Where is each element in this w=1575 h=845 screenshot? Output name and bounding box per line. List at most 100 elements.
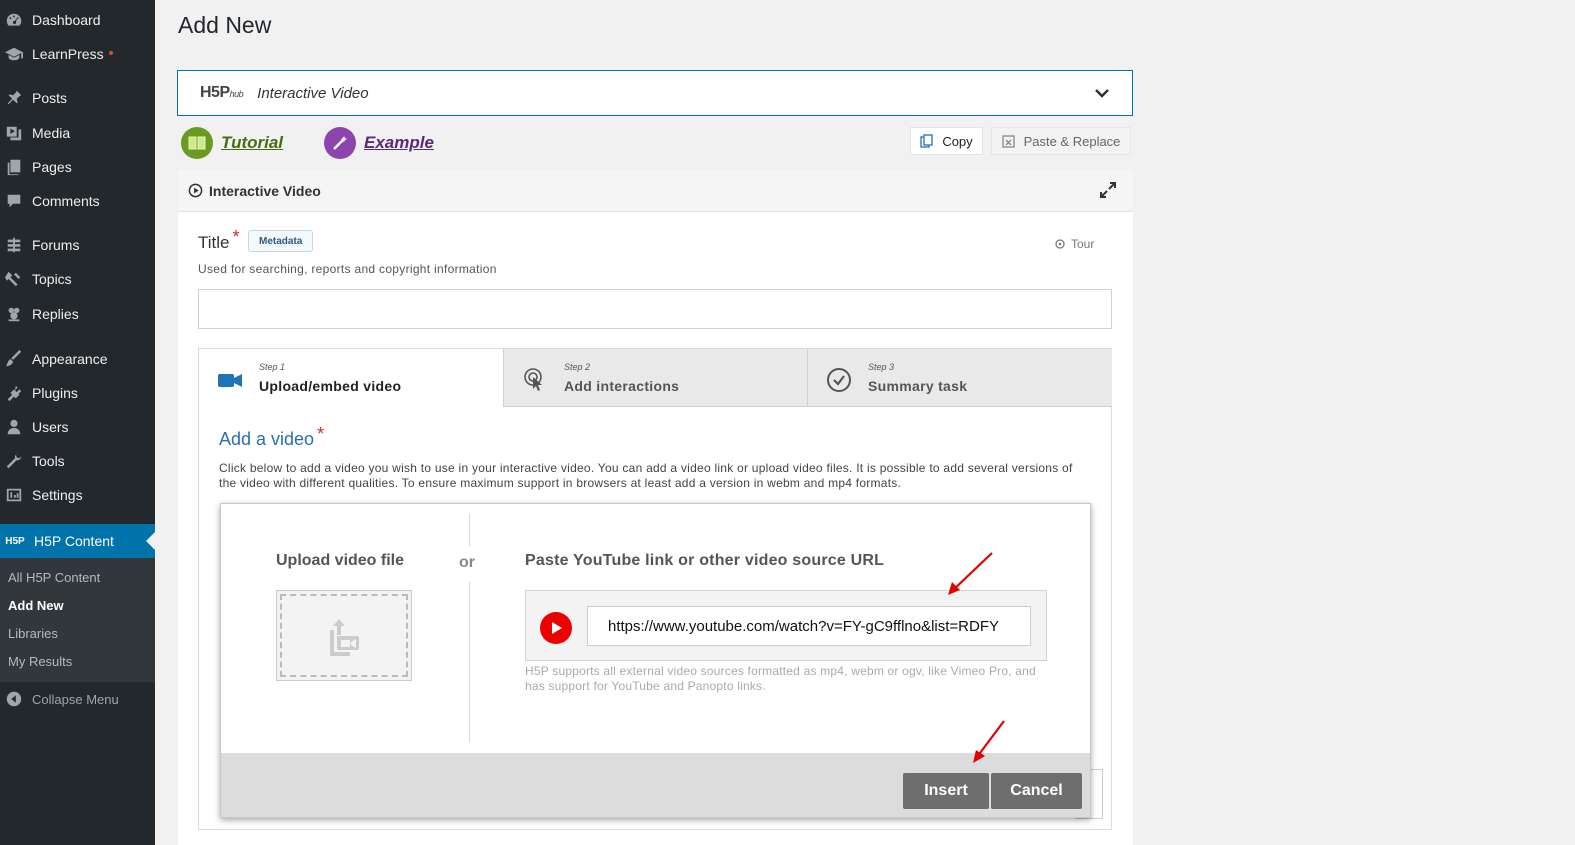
or-label: or (459, 554, 475, 571)
submenu-libraries[interactable]: Libraries (8, 626, 58, 641)
sidebar-item-label: Settings (32, 487, 83, 503)
submenu-add-new[interactable]: Add New (8, 598, 64, 613)
add-video-description: Click below to add a video you wish to u… (219, 461, 1073, 490)
video-camera-icon (218, 374, 242, 387)
copy-icon (920, 134, 933, 148)
h5p-hub-logo: H5Phub (200, 84, 244, 101)
wrench-icon (5, 452, 23, 470)
sidebar-item-h5p-content[interactable]: H5P H5P Content (0, 524, 155, 558)
sidebar-item-posts[interactable]: Posts (0, 81, 155, 115)
sidebar-item-label: Plugins (32, 385, 78, 401)
divider (469, 582, 470, 742)
chevron-down-icon[interactable] (1094, 85, 1110, 101)
sidebar-item-label: Media (32, 125, 71, 141)
collapse-label: Collapse Menu (32, 691, 119, 707)
graduation-cap-icon (5, 45, 23, 63)
tutorial-link[interactable]: Tutorial (181, 127, 283, 159)
paste-url-label: Paste YouTube link or other video source… (525, 552, 885, 569)
collapse-icon (5, 690, 23, 708)
sidebar-item-label: Replies (32, 306, 79, 322)
tab-step-2[interactable]: Step 2 Add interactions (503, 349, 807, 407)
user-icon (5, 418, 23, 436)
sidebar-item-label: Tools (32, 453, 65, 469)
magic-wand-icon (324, 127, 356, 159)
title-input[interactable] (198, 289, 1112, 329)
book-icon (181, 127, 213, 159)
sidebar-item-forums[interactable]: Forums (0, 228, 155, 262)
sidebar-item-label: Appearance (32, 351, 108, 367)
compass-icon (1055, 239, 1065, 249)
plugin-icon (5, 384, 23, 402)
admin-sidebar: Dashboard LearnPress Posts Media Pages C… (0, 0, 155, 845)
sidebar-item-label: Pages (32, 159, 72, 175)
forums-icon (5, 236, 23, 254)
submenu-all-h5p-content[interactable]: All H5P Content (8, 570, 100, 585)
paste-icon (1001, 135, 1015, 148)
sidebar-item-dashboard[interactable]: Dashboard (0, 3, 155, 37)
notification-dot (108, 51, 113, 55)
sidebar-item-label: LearnPress (32, 46, 104, 62)
h5p-submenu: All H5P Content Add New Libraries My Res… (0, 558, 155, 682)
cancel-button[interactable]: Cancel (991, 773, 1082, 809)
comment-icon (5, 192, 23, 210)
selected-content-type: Interactive Video (257, 84, 369, 102)
tour-button[interactable]: Tour (1055, 237, 1094, 251)
active-arrow (146, 532, 155, 550)
sidebar-item-plugins[interactable]: Plugins (0, 376, 155, 410)
insert-button[interactable]: Insert (903, 773, 989, 809)
annotation-arrow-icon (973, 720, 1005, 763)
fullscreen-icon[interactable] (1099, 181, 1117, 199)
pin-icon (5, 89, 23, 107)
copy-button[interactable]: Copy (910, 127, 983, 155)
metadata-button[interactable]: Metadata (248, 230, 314, 252)
tab-step-1[interactable]: Step 1 Upload/embed video (199, 349, 503, 407)
check-circle-icon (827, 368, 851, 392)
tab-step-3[interactable]: Step 3 Summary task (807, 349, 1112, 407)
content-type-selector[interactable]: H5Phub Interactive Video (177, 70, 1133, 116)
play-circle-icon (188, 183, 203, 198)
example-link[interactable]: Example (324, 127, 434, 159)
sidebar-item-label: H5P Content (34, 533, 114, 549)
title-field-label: Title * (198, 227, 240, 252)
h5p-icon: H5P (5, 535, 25, 547)
sidebar-item-label: Users (32, 419, 69, 435)
paste-replace-button[interactable]: Paste & Replace (991, 127, 1131, 155)
divider (469, 514, 470, 546)
sidebar-item-label: Posts (32, 90, 68, 106)
pages-icon (5, 158, 23, 176)
sidebar-item-settings[interactable]: Settings (0, 478, 155, 512)
sidebar-item-media[interactable]: Media (0, 116, 155, 150)
touch-icon (524, 368, 542, 391)
dashboard-icon (5, 11, 23, 29)
replies-icon (5, 305, 23, 323)
editor-header: Interactive Video (178, 170, 1133, 212)
sidebar-item-label: Dashboard (32, 12, 101, 28)
url-input-group: https://www.youtube.com/watch?v=FY-gC9ff… (525, 590, 1047, 661)
sidebar-item-replies[interactable]: Replies (0, 297, 155, 331)
media-icon (5, 124, 23, 142)
url-help-text: H5P supports all external video sources … (525, 664, 1036, 693)
sidebar-item-comments[interactable]: Comments (0, 184, 155, 218)
youtube-play-icon (540, 612, 572, 644)
video-url-input[interactable]: https://www.youtube.com/watch?v=FY-gC9ff… (587, 606, 1031, 646)
dialog-footer: Insert Cancel (221, 753, 1090, 817)
sidebar-item-topics[interactable]: Topics (0, 262, 155, 296)
sidebar-item-users[interactable]: Users (0, 410, 155, 444)
sidebar-item-appearance[interactable]: Appearance (0, 342, 155, 376)
page-title: Add New (178, 12, 272, 38)
upload-video-icon (330, 618, 359, 656)
add-video-heading: Add a video * (219, 424, 325, 449)
submenu-my-results[interactable]: My Results (8, 654, 72, 669)
sidebar-item-pages[interactable]: Pages (0, 150, 155, 184)
sidebar-item-learnpress[interactable]: LearnPress (0, 37, 155, 71)
editor-header-title: Interactive Video (209, 182, 321, 199)
sidebar-item-label: Forums (32, 237, 80, 253)
title-description: Used for searching, reports and copyrigh… (198, 262, 497, 276)
upload-video-label: Upload video file (276, 552, 405, 569)
sidebar-item-label: Topics (32, 271, 72, 287)
annotation-arrow-icon (948, 552, 993, 595)
video-upload-dropzone[interactable] (276, 590, 412, 681)
topics-icon (5, 270, 23, 288)
collapse-menu-button[interactable]: Collapse Menu (0, 682, 155, 716)
sidebar-item-tools[interactable]: Tools (0, 444, 155, 478)
